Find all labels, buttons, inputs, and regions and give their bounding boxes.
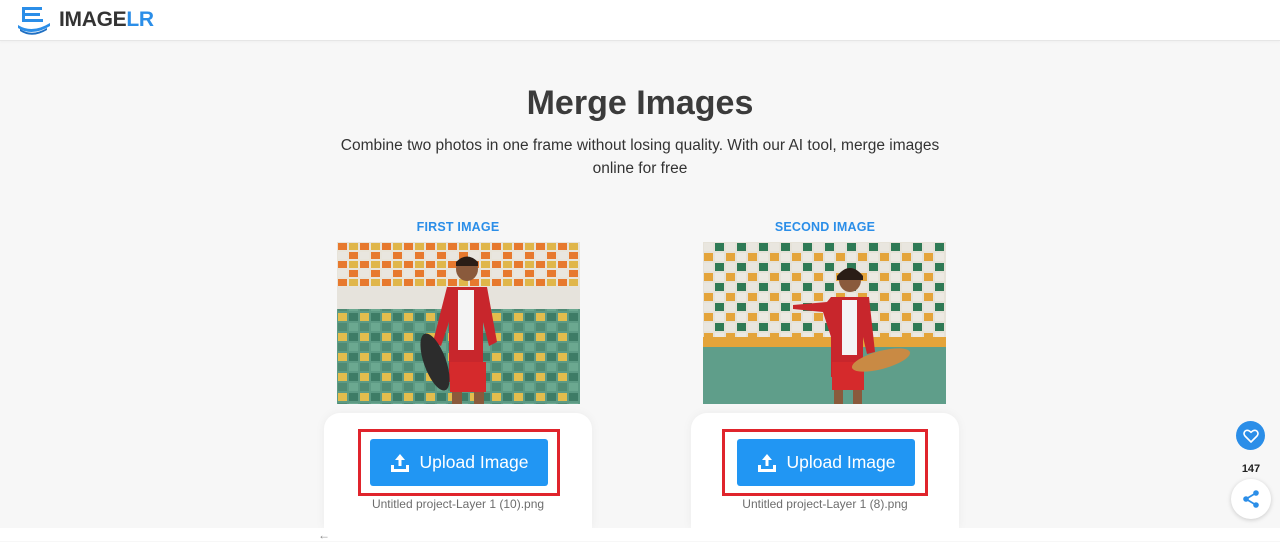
- second-image-label: SECOND IMAGE: [774, 220, 876, 234]
- page-title: Merge Images: [526, 84, 754, 122]
- bottom-strip: [0, 528, 1280, 541]
- second-upload-button[interactable]: Upload Image: [737, 439, 915, 486]
- logo-text: IMAGELR: [59, 8, 154, 32]
- logo-text-main: IMAGE: [59, 8, 127, 31]
- first-upload-button[interactable]: Upload Image: [370, 439, 548, 486]
- favorite-button[interactable]: [1236, 421, 1265, 450]
- site-header: IMAGELR: [0, 0, 1280, 41]
- logo-text-accent: LR: [126, 8, 154, 31]
- back-arrow-icon[interactable]: ←: [318, 529, 330, 541]
- share-widget: 147: [1229, 417, 1273, 523]
- share-button[interactable]: [1231, 479, 1271, 519]
- heart-icon: [1242, 429, 1259, 443]
- first-image-panel: FIRST IMAGE Upload Image Untitled projec…: [324, 218, 592, 528]
- first-upload-label: Upload Image: [419, 452, 529, 472]
- second-image-preview: [703, 242, 946, 404]
- second-file-name: Untitled project-Layer 1 (8).png: [742, 497, 908, 511]
- page-subtitle: Combine two photos in one frame without …: [340, 137, 940, 177]
- second-image-panel: SECOND IMAGE Upload Image Untitled proje…: [691, 218, 959, 528]
- first-file-name: Untitled project-Layer 1 (10).png: [371, 497, 545, 511]
- upload-icon: [390, 453, 409, 472]
- upload-icon: [757, 453, 776, 472]
- logo-link[interactable]: IMAGELR: [16, 3, 154, 37]
- first-image-preview: [337, 242, 580, 404]
- share-count: 147: [1241, 463, 1261, 475]
- second-upload-card: Upload Image Untitled project-Layer 1 (8…: [691, 413, 959, 528]
- imagelr-logo-icon: [18, 7, 50, 35]
- first-upload-card: Upload Image Untitled project-Layer 1 (1…: [324, 413, 592, 528]
- share-icon: [1243, 490, 1259, 508]
- second-upload-label: Upload Image: [786, 452, 896, 472]
- first-image-label: FIRST IMAGE: [416, 220, 500, 234]
